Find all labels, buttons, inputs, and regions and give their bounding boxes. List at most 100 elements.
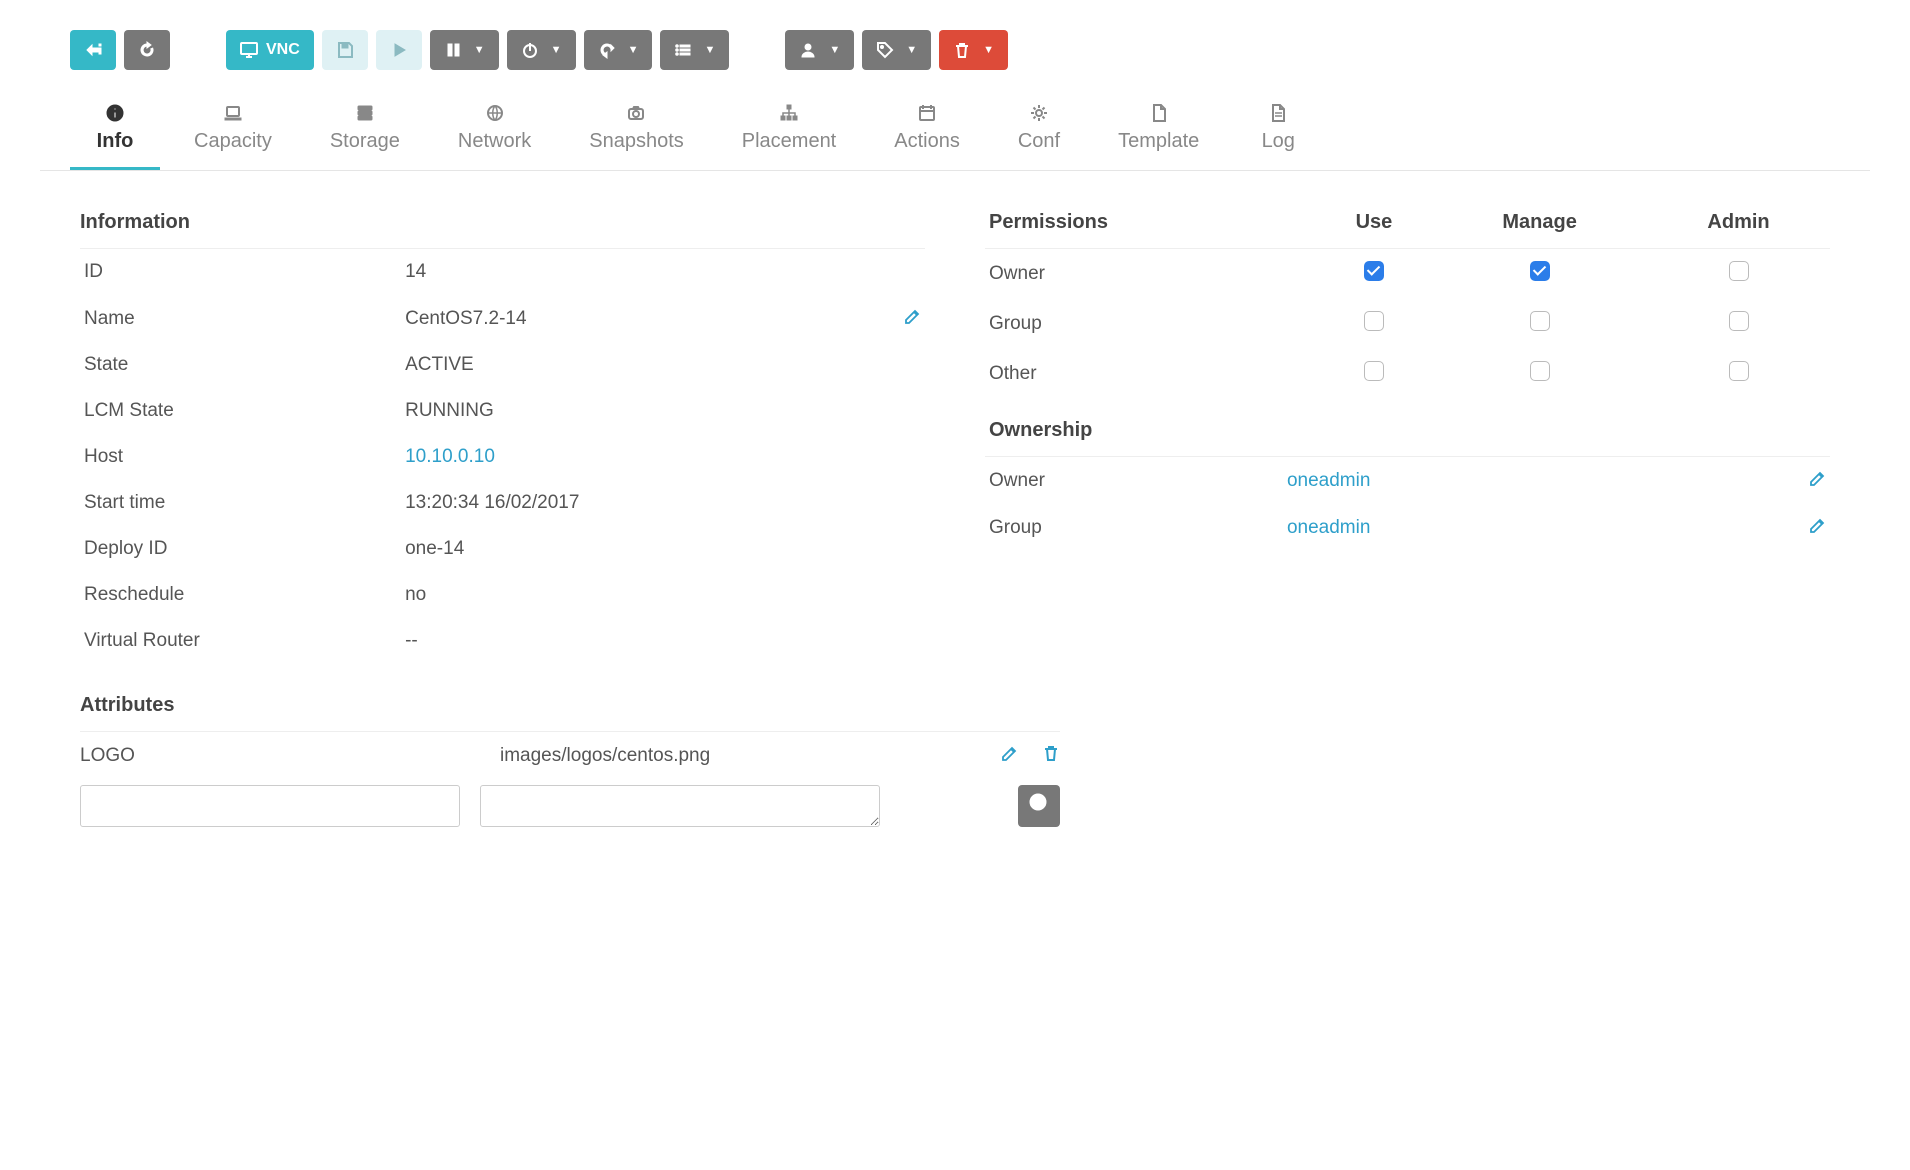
- info-label: State: [80, 342, 401, 388]
- permissions-title: Permissions: [985, 201, 1316, 249]
- perm-owner-admin-checkbox[interactable]: [1729, 261, 1749, 281]
- info-row-starttime: Start time 13:20:34 16/02/2017: [80, 480, 925, 526]
- ownership-title: Ownership: [985, 405, 1830, 457]
- attributes-title: Attributes: [80, 684, 1060, 732]
- info-label: Name: [80, 295, 401, 342]
- ownership-row-group: Group oneadmin: [985, 504, 1830, 551]
- info-label: LCM State: [80, 388, 401, 434]
- tab-log[interactable]: Log: [1233, 94, 1323, 170]
- tab-label: Placement: [742, 130, 837, 153]
- label-menu-button[interactable]: ▼: [862, 30, 931, 70]
- reboot-menu-button[interactable]: ▼: [584, 30, 653, 70]
- perm-other-use-checkbox[interactable]: [1364, 361, 1384, 381]
- permissions-table: Permissions Use Manage Admin Owner Group…: [985, 201, 1830, 399]
- vm-action-toolbar: VNC ▼ ▼ ▼ ▼ ▼ ▼ ▼: [40, 20, 1870, 94]
- tab-placement[interactable]: Placement: [718, 94, 861, 170]
- list-icon: [674, 41, 692, 59]
- info-icon: [106, 104, 124, 126]
- tab-label: Conf: [1018, 130, 1060, 153]
- refresh-button[interactable]: [124, 30, 170, 70]
- tab-actions[interactable]: Actions: [870, 94, 984, 170]
- ownership-table: Ownership Owner oneadmin Group oneadmin: [985, 405, 1830, 551]
- host-link[interactable]: 10.10.0.10: [405, 446, 495, 467]
- back-to-list-button[interactable]: [70, 30, 116, 70]
- delete-menu-button[interactable]: ▼: [939, 30, 1008, 70]
- new-attribute-row: [80, 779, 1060, 847]
- info-label: Start time: [80, 480, 401, 526]
- perm-other-admin-checkbox[interactable]: [1729, 361, 1749, 381]
- info-value: CentOS7.2-14: [401, 295, 860, 342]
- deploy-menu-button[interactable]: ▼: [660, 30, 729, 70]
- perm-label: Other: [985, 349, 1316, 399]
- perm-col-use: Use: [1316, 201, 1432, 249]
- pause-menu-button[interactable]: ▼: [430, 30, 499, 70]
- information-title: Information: [80, 201, 925, 249]
- information-table: ID 14 Name CentOS7.2-14 State ACTIVE LCM…: [80, 249, 925, 664]
- chevron-down-icon: ▼: [983, 44, 994, 56]
- chevron-down-icon: ▼: [704, 44, 715, 56]
- info-value: ACTIVE: [401, 342, 860, 388]
- info-value: RUNNING: [401, 388, 860, 434]
- attribute-value: images/logos/centos.png: [500, 745, 950, 767]
- info-label: Reschedule: [80, 572, 401, 618]
- perm-col-admin: Admin: [1647, 201, 1830, 249]
- perm-row-other: Other: [985, 349, 1830, 399]
- tab-label: Storage: [330, 130, 400, 153]
- perm-owner-use-checkbox[interactable]: [1364, 261, 1384, 281]
- globe-icon: [486, 104, 504, 126]
- perm-group-admin-checkbox[interactable]: [1729, 311, 1749, 331]
- file-icon: [1150, 104, 1168, 126]
- power-menu-button[interactable]: ▼: [507, 30, 576, 70]
- new-attribute-key-input[interactable]: [80, 785, 460, 827]
- tab-snapshots[interactable]: Snapshots: [565, 94, 708, 170]
- attribute-row: LOGO images/logos/centos.png: [80, 732, 1060, 779]
- refresh-icon: [138, 41, 156, 59]
- perm-other-manage-checkbox[interactable]: [1530, 361, 1550, 381]
- ownership-group-link[interactable]: oneadmin: [1287, 517, 1370, 538]
- perm-owner-manage-checkbox[interactable]: [1530, 261, 1550, 281]
- info-label: ID: [80, 249, 401, 295]
- info-value: 13:20:34 16/02/2017: [401, 480, 860, 526]
- edit-owner-button[interactable]: [1808, 469, 1826, 492]
- chevron-down-icon: ▼: [829, 44, 840, 56]
- info-row-state: State ACTIVE: [80, 342, 925, 388]
- vm-tabs: Info Capacity Storage Network Snapshots …: [40, 94, 1870, 171]
- owner-menu-button[interactable]: ▼: [785, 30, 854, 70]
- tab-conf[interactable]: Conf: [994, 94, 1084, 170]
- add-attribute-button[interactable]: [1018, 785, 1060, 827]
- power-icon: [521, 41, 539, 59]
- delete-attribute-button[interactable]: [1042, 744, 1060, 767]
- permissions-column: Permissions Use Manage Admin Owner Group…: [985, 201, 1830, 664]
- tab-info[interactable]: Info: [70, 94, 160, 170]
- perm-group-manage-checkbox[interactable]: [1530, 311, 1550, 331]
- monitor-icon: [240, 41, 258, 59]
- redo-icon: [598, 41, 616, 59]
- save-template-button[interactable]: [322, 30, 368, 70]
- attribute-key: LOGO: [80, 745, 480, 767]
- tab-label: Info: [97, 130, 134, 153]
- edit-group-button[interactable]: [1808, 516, 1826, 539]
- tab-storage[interactable]: Storage: [306, 94, 424, 170]
- play-button[interactable]: [376, 30, 422, 70]
- vnc-button[interactable]: VNC: [226, 30, 314, 70]
- new-attribute-value-input[interactable]: [480, 785, 880, 827]
- info-value: no: [401, 572, 860, 618]
- ownership-owner-link[interactable]: oneadmin: [1287, 470, 1370, 491]
- info-label: Host: [80, 434, 401, 480]
- tab-template[interactable]: Template: [1094, 94, 1223, 170]
- info-label: Virtual Router: [80, 618, 401, 664]
- calendar-icon: [918, 104, 936, 126]
- attributes-section: Attributes LOGO images/logos/centos.png: [40, 674, 1100, 857]
- edit-attribute-button[interactable]: [1000, 744, 1018, 767]
- perm-group-use-checkbox[interactable]: [1364, 311, 1384, 331]
- back-list-icon: [84, 41, 102, 59]
- server-icon: [356, 104, 374, 126]
- tab-network[interactable]: Network: [434, 94, 555, 170]
- info-value: --: [401, 618, 860, 664]
- chevron-down-icon: ▼: [474, 44, 485, 56]
- edit-name-button[interactable]: [903, 307, 921, 330]
- tab-capacity[interactable]: Capacity: [170, 94, 296, 170]
- camera-icon: [627, 104, 645, 126]
- sitemap-icon: [780, 104, 798, 126]
- ownership-row-owner: Owner oneadmin: [985, 457, 1830, 505]
